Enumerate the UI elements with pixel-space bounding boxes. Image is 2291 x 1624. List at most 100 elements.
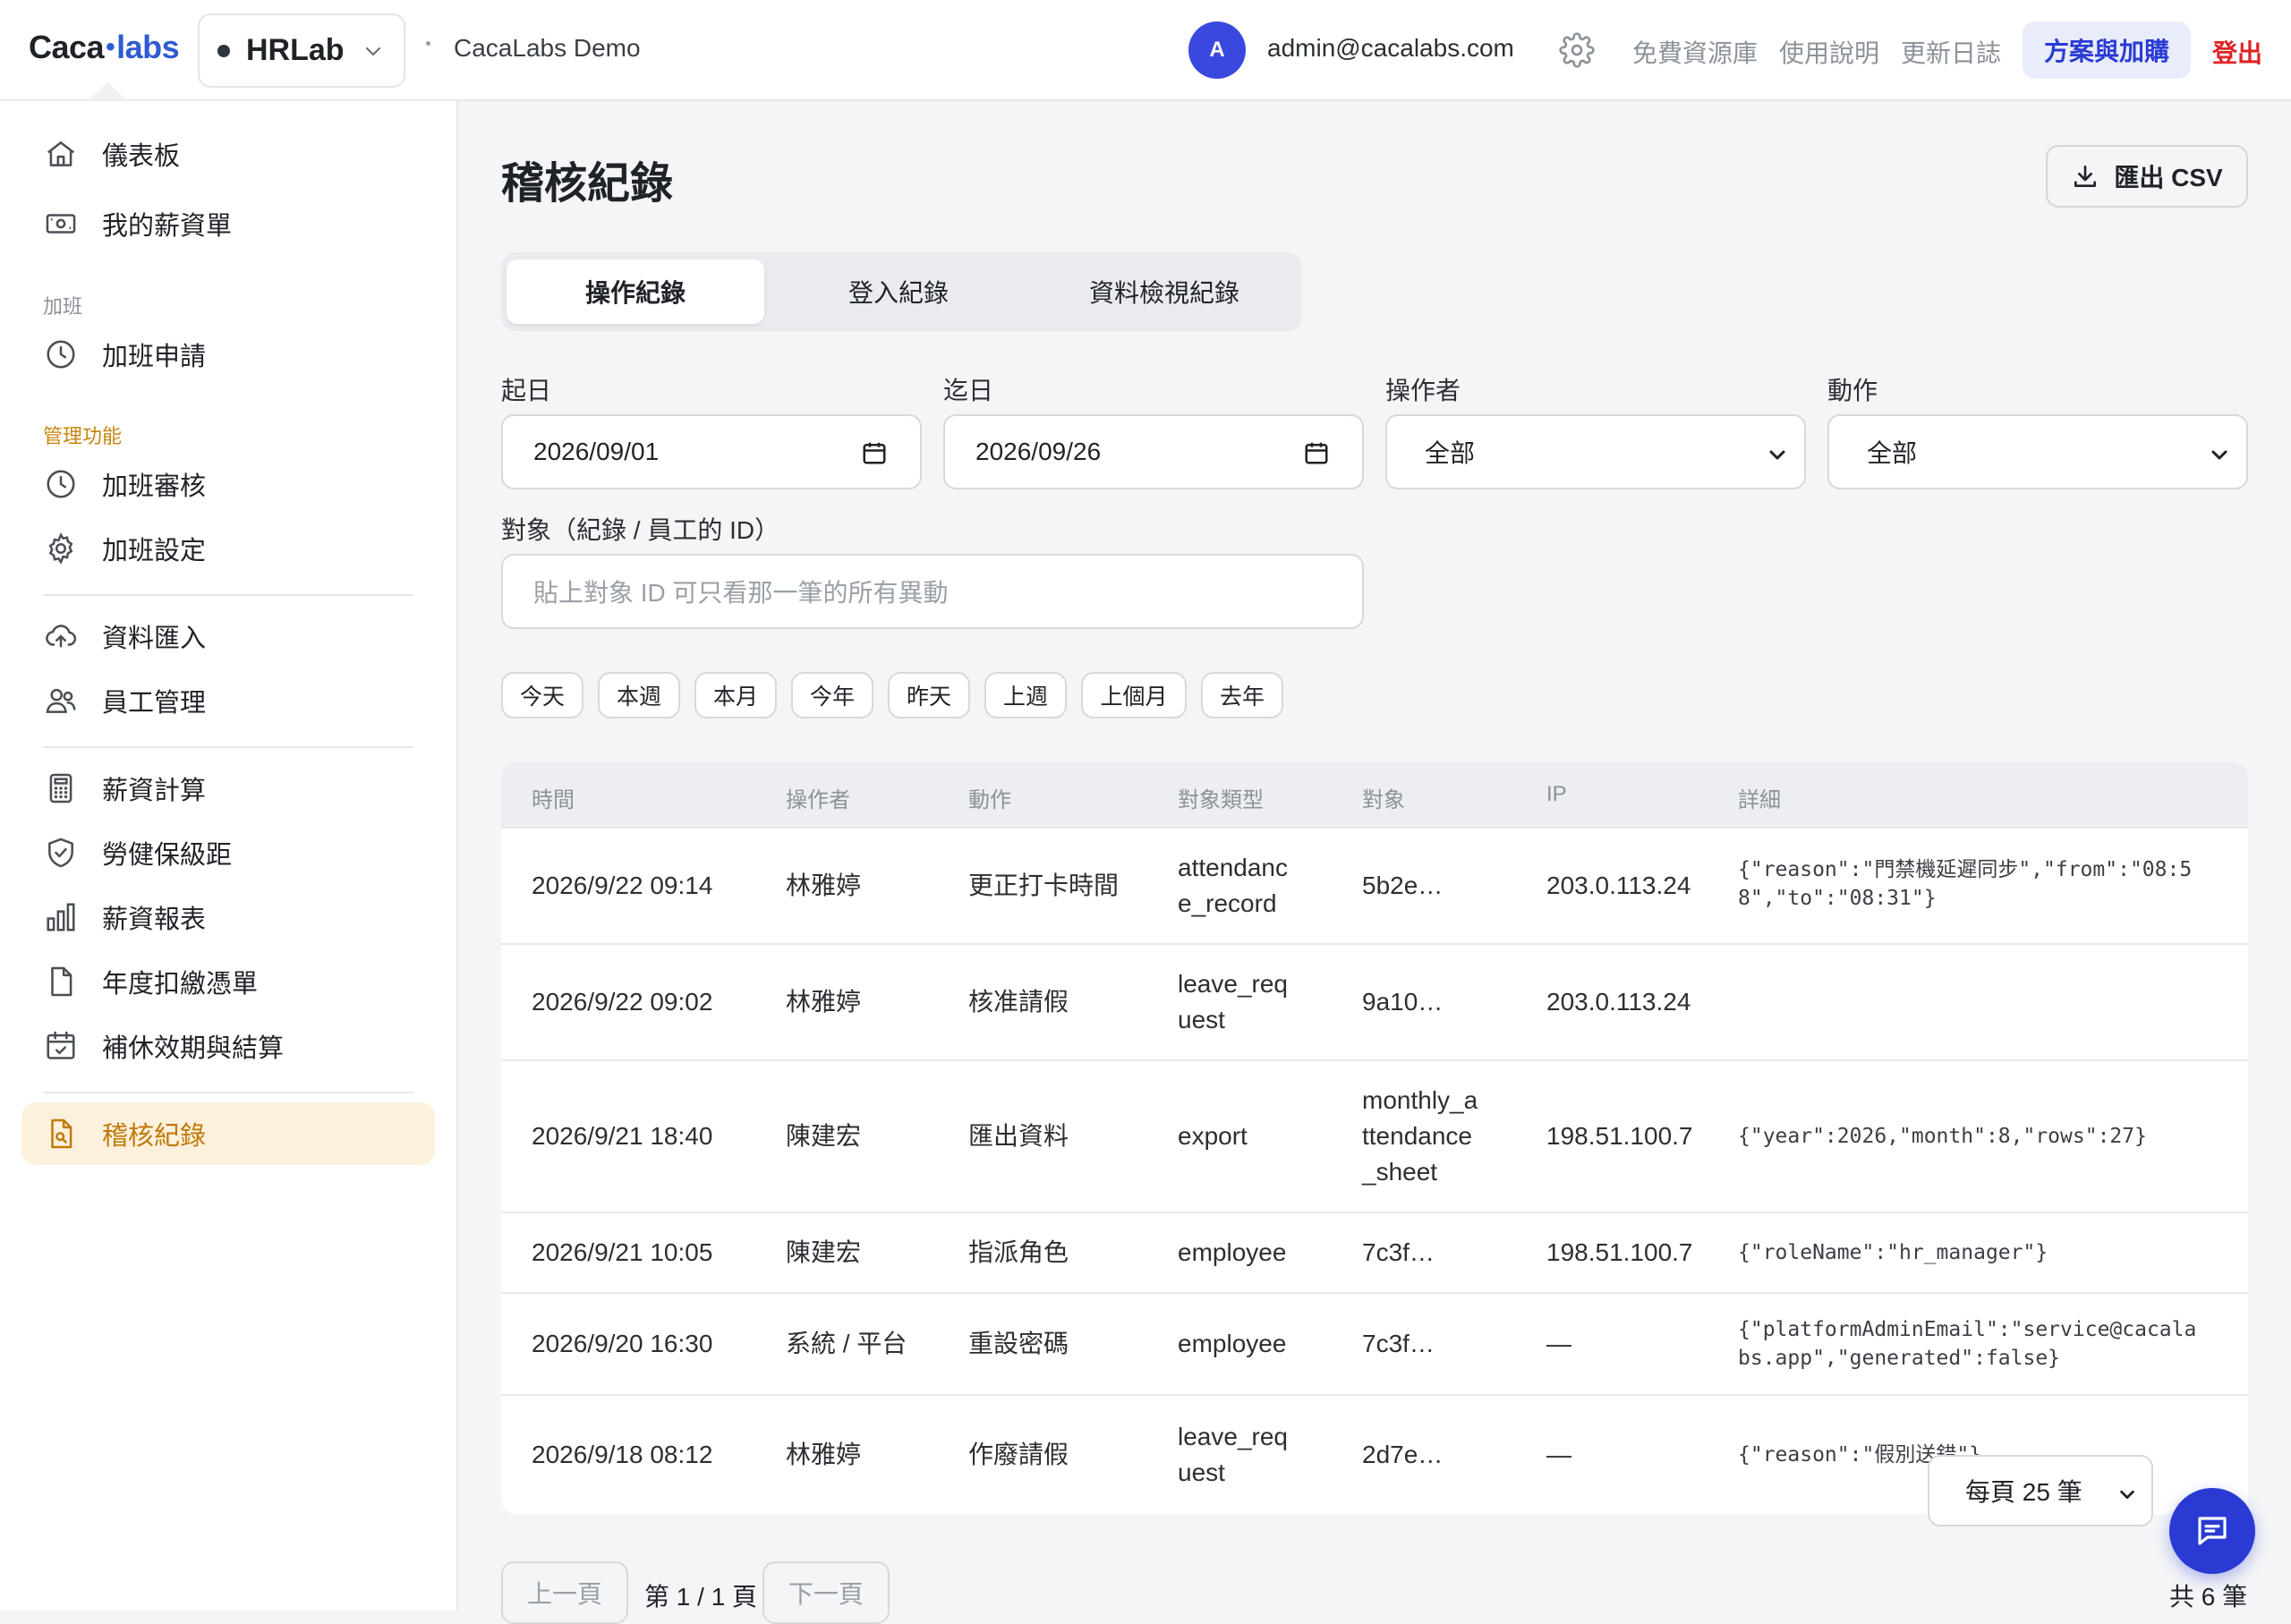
calendar-icon[interactable] — [861, 439, 888, 472]
tab-operation-log[interactable]: 操作紀錄 — [507, 259, 764, 324]
chat-bubble-icon — [2198, 1517, 2227, 1545]
export-csv-label: 匯出 CSV — [2114, 164, 2223, 191]
sidebar-item-data-import[interactable]: 資料匯入 — [21, 605, 435, 667]
log-tabs: 操作紀錄 登入紀錄 資料檢視紀錄 — [501, 252, 1301, 331]
table-row[interactable]: 2026/9/22 09:14 林雅婷 更正打卡時間 attendanc e_r… — [501, 827, 2248, 943]
sidebar-item-payroll-report[interactable]: 薪資報表 — [21, 886, 435, 948]
sidebar-item-comp-leave[interactable]: 補休效期與結算 — [21, 1015, 435, 1077]
sidebar-item-label: 勞健保級距 — [102, 841, 233, 870]
home-icon — [43, 136, 79, 172]
sidebar-item-employees[interactable]: 員工管理 — [21, 669, 435, 732]
link-free-resources[interactable]: 免費資源庫 — [1632, 34, 1758, 70]
sidebar-item-insurance-brackets[interactable]: 勞健保級距 — [21, 821, 435, 884]
action-value: 全部 — [1867, 439, 1918, 467]
cell-action: 指派角色 — [968, 1238, 1069, 1266]
from-date-value: 2026/09/01 — [533, 438, 660, 465]
cell-target-type-line1: leave_req — [1178, 1423, 1288, 1450]
avatar[interactable]: A — [1188, 21, 1246, 79]
table-row[interactable]: 2026/9/21 18:40 陳建宏 匯出資料 export monthly_… — [501, 1059, 2248, 1212]
cell-target: 7c3f… — [1362, 1330, 1435, 1357]
cell-time: 2026/9/18 08:12 — [532, 1441, 713, 1468]
calendar-check-icon — [43, 1028, 79, 1064]
cell-time: 2026/9/21 10:05 — [532, 1238, 713, 1266]
table-row[interactable]: 2026/9/21 10:05 陳建宏 指派角色 employee 7c3f… … — [501, 1212, 2248, 1292]
sidebar-item-audit-log[interactable]: 稽核紀錄 — [21, 1102, 435, 1165]
column-header-operator: 操作者 — [786, 788, 850, 812]
quick-range-this-year[interactable]: 今年 — [791, 672, 873, 718]
sidebar-item-label: 補休效期與結算 — [102, 1034, 285, 1063]
cell-ip: 198.51.100.7 — [1546, 1122, 1693, 1150]
sidebar-item-label: 年度扣繳憑單 — [102, 970, 259, 999]
cell-detail-line1: {"reason":"門禁機延遲同步","from":"08:5 — [1738, 858, 2193, 881]
to-date-input[interactable]: 2026/09/26 — [943, 414, 1364, 489]
settings-gear-icon[interactable] — [1559, 32, 1595, 72]
sidebar-item-withholding-statement[interactable]: 年度扣繳憑單 — [21, 950, 435, 1013]
sidebar-item-dashboard[interactable]: 儀表板 — [21, 123, 435, 185]
page-title: 稽核紀錄 — [501, 160, 674, 208]
link-user-guide[interactable]: 使用說明 — [1779, 34, 1879, 70]
quick-range-last-week[interactable]: 上週 — [984, 672, 1067, 718]
quick-range-yesterday[interactable]: 昨天 — [888, 672, 970, 718]
cell-target: 9a10… — [1362, 988, 1444, 1016]
per-page-select[interactable]: 每頁 25 筆 — [1928, 1455, 2153, 1526]
next-page-button[interactable]: 下一頁 — [762, 1561, 890, 1624]
from-date-input[interactable]: 2026/09/01 — [501, 414, 922, 489]
user-email[interactable]: admin@cacalabs.com — [1267, 34, 1514, 63]
org-status-dot — [217, 44, 230, 57]
quick-range-last-year[interactable]: 去年 — [1201, 672, 1283, 718]
calendar-icon[interactable] — [1303, 439, 1330, 472]
logo[interactable]: Caca•labs — [29, 29, 180, 66]
column-header-action: 動作 — [968, 788, 1011, 812]
sidebar-item-payroll[interactable]: 薪資計算 — [21, 757, 435, 820]
tab-login-log[interactable]: 登入紀錄 — [770, 259, 1027, 324]
cell-operator: 林雅婷 — [786, 872, 862, 899]
chevron-down-icon — [2117, 1482, 2137, 1510]
cell-operator: 林雅婷 — [786, 1441, 862, 1468]
sidebar-item-label: 儀表板 — [102, 142, 181, 171]
logo-text-labs: labs — [116, 29, 180, 65]
cell-time: 2026/9/22 09:14 — [532, 872, 713, 899]
quick-range-this-month[interactable]: 本月 — [694, 672, 777, 718]
operator-select[interactable]: 全部 — [1385, 414, 1806, 489]
target-id-label: 對象（紀錄 / 員工的 ID） — [501, 516, 780, 544]
quick-range-today[interactable]: 今天 — [501, 672, 583, 718]
sidebar-item-my-payslip[interactable]: 我的薪資單 — [21, 192, 435, 255]
cell-detail-line1: {"year":2026,"month":8,"rows":27} — [1738, 1125, 2147, 1148]
per-page-value: 每頁 25 筆 — [1965, 1478, 2082, 1506]
sidebar-item-label: 加班審核 — [102, 472, 207, 501]
workspace-name: CacaLabs Demo — [454, 34, 641, 62]
cell-time: 2026/9/21 18:40 — [532, 1122, 713, 1150]
org-switcher[interactable]: HRLab — [198, 13, 405, 88]
action-select[interactable]: 全部 — [1827, 414, 2248, 489]
cell-detail-line1: {"roleName":"hr_manager"} — [1738, 1241, 2048, 1264]
quick-range-last-month[interactable]: 上個月 — [1081, 672, 1187, 718]
cell-target-type-line1: export — [1178, 1122, 1248, 1150]
sidebar-item-overtime-settings[interactable]: 加班設定 — [21, 517, 435, 580]
link-changelog[interactable]: 更新日誌 — [1901, 34, 2001, 70]
export-csv-button[interactable]: 匯出 CSV — [2046, 145, 2248, 208]
sidebar-item-overtime-request[interactable]: 加班申請 — [21, 323, 435, 386]
tab-data-view-log[interactable]: 資料檢視紀錄 — [1033, 259, 1296, 324]
cell-operator: 陳建宏 — [786, 1238, 862, 1266]
table-row[interactable]: 2026/9/20 16:30 系統 / 平台 重設密碼 employee 7c… — [501, 1292, 2248, 1394]
sidebar-item-label: 薪資計算 — [102, 777, 207, 805]
prev-page-button[interactable]: 上一頁 — [501, 1561, 628, 1624]
cell-ip: 203.0.113.24 — [1546, 988, 1691, 1016]
clock-icon — [43, 336, 79, 372]
table-row[interactable]: 2026/9/22 09:02 林雅婷 核准請假 leave_req uest … — [501, 943, 2248, 1059]
to-date-value: 2026/09/26 — [975, 438, 1102, 465]
total-count: 共 6 筆 — [2169, 1583, 2248, 1611]
cell-ip: — — [1546, 1441, 1571, 1468]
target-id-input[interactable]: 貼上對象 ID 可只看那一筆的所有異動 — [501, 554, 1364, 629]
quick-range-this-week[interactable]: 本週 — [598, 672, 680, 718]
sidebar-item-label: 稽核紀錄 — [102, 1122, 207, 1151]
plans-button[interactable]: 方案與加購 — [2023, 21, 2191, 79]
cell-detail-line1: {"platformAdminEmail":"service@cacala — [1738, 1318, 2197, 1341]
chat-button[interactable] — [2169, 1488, 2255, 1574]
sidebar-item-overtime-review[interactable]: 加班審核 — [21, 453, 435, 515]
sidebar-item-label: 加班設定 — [102, 537, 207, 565]
logout-button[interactable]: 登出 — [2212, 34, 2262, 70]
sidebar: 儀表板 我的薪資單 加班 加班申請 管理功能 加班審核 加班設定 資料匯入 員工… — [0, 101, 458, 1611]
cloud-upload-icon — [43, 618, 79, 654]
sidebar-item-label: 資料匯入 — [102, 625, 207, 653]
